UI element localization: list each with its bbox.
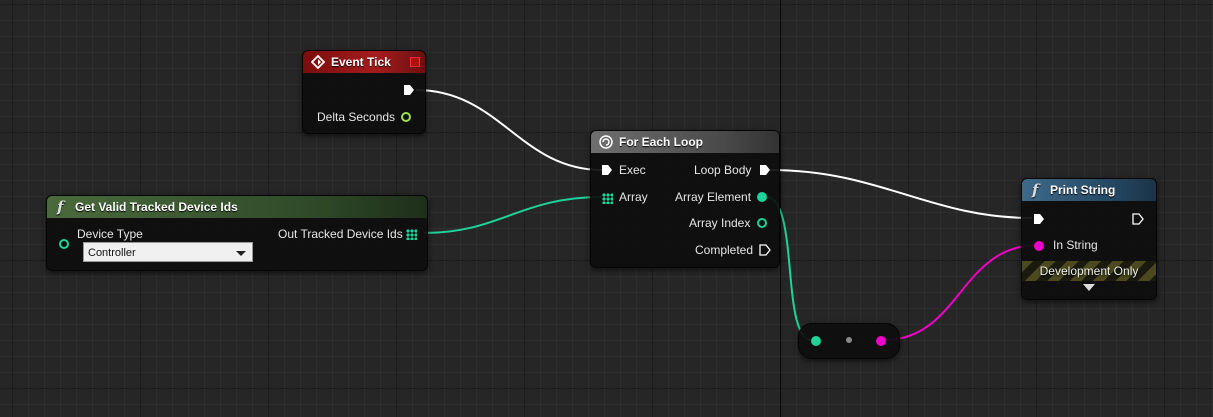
loop-icon: [599, 135, 613, 149]
for-each-loop-header[interactable]: For Each Loop: [591, 131, 779, 153]
delegate-pin[interactable]: [410, 57, 420, 67]
for-each-loop-title: For Each Loop: [619, 135, 703, 149]
exec-out-pin-icon[interactable]: [1132, 213, 1144, 225]
loop-body-pin-icon[interactable]: [759, 164, 771, 176]
conversion-output-pin[interactable]: [876, 336, 886, 346]
in-string-pin[interactable]: [1034, 241, 1044, 251]
delta-seconds-label: Delta Seconds: [317, 110, 396, 124]
array-index-pin[interactable]: [757, 218, 767, 228]
array-element-label: Array Element: [675, 190, 752, 204]
out-tracked-device-ids-label: Out Tracked Device Ids: [278, 227, 403, 241]
get-valid-tracked-device-ids-node[interactable]: f Get Valid Tracked Device Ids Device Ty…: [46, 195, 428, 271]
exec-in-pin-icon[interactable]: [1033, 213, 1045, 225]
development-only-label: Development Only: [1039, 264, 1139, 278]
expand-arrow-icon[interactable]: [1083, 284, 1095, 291]
in-string-label: In String: [1053, 238, 1098, 252]
event-tick-header[interactable]: Event Tick: [303, 51, 425, 73]
function-icon: f: [1032, 181, 1039, 199]
get-valid-tracked-device-ids-header[interactable]: f Get Valid Tracked Device Ids: [47, 196, 427, 218]
print-string-title: Print String: [1050, 183, 1116, 197]
conversion-input-pin[interactable]: [811, 336, 821, 346]
string-wire: [883, 244, 1039, 341]
loop-body-label: Loop Body: [694, 163, 752, 177]
device-type-pin[interactable]: [59, 239, 69, 249]
delta-seconds-pin[interactable]: [401, 112, 411, 122]
exec-label: Exec: [619, 163, 646, 177]
print-string-header[interactable]: f Print String: [1022, 179, 1156, 201]
array-label: Array: [619, 190, 648, 204]
array-index-label: Array Index: [689, 216, 751, 230]
conversion-center-icon: [846, 337, 852, 343]
exec-pin-icon[interactable]: [403, 84, 415, 96]
exec-wire-tick-to-loop: [415, 89, 603, 171]
development-only-banner: Development Only: [1022, 261, 1156, 281]
array-wire: [423, 196, 603, 234]
get-valid-tracked-device-ids-title: Get Valid Tracked Device Ids: [75, 200, 238, 214]
chevron-down-icon: [236, 251, 246, 256]
print-string-node[interactable]: f Print String In String Development Onl…: [1021, 178, 1157, 300]
device-type-label: Device Type: [77, 227, 143, 241]
completed-pin-icon[interactable]: [759, 244, 771, 256]
exec-in-pin-icon[interactable]: [601, 164, 613, 176]
function-icon: f: [57, 198, 64, 216]
array-input-pin[interactable]: [602, 193, 613, 204]
array-grid-icon[interactable]: [406, 229, 417, 240]
device-type-dropdown[interactable]: Controller: [83, 242, 253, 262]
exec-wire-loop-to-print: [769, 169, 1033, 219]
device-type-value: Controller: [88, 247, 136, 259]
array-element-pin[interactable]: [757, 192, 767, 202]
completed-label: Completed: [695, 243, 754, 257]
event-tick-title: Event Tick: [331, 55, 391, 69]
for-each-loop-node[interactable]: For Each Loop Exec Array Loop Body Array…: [590, 130, 780, 268]
event-tick-node[interactable]: Event Tick Delta Seconds: [302, 50, 426, 134]
int-to-string-conversion-node[interactable]: [798, 323, 900, 359]
event-diamond-icon: [311, 55, 325, 69]
